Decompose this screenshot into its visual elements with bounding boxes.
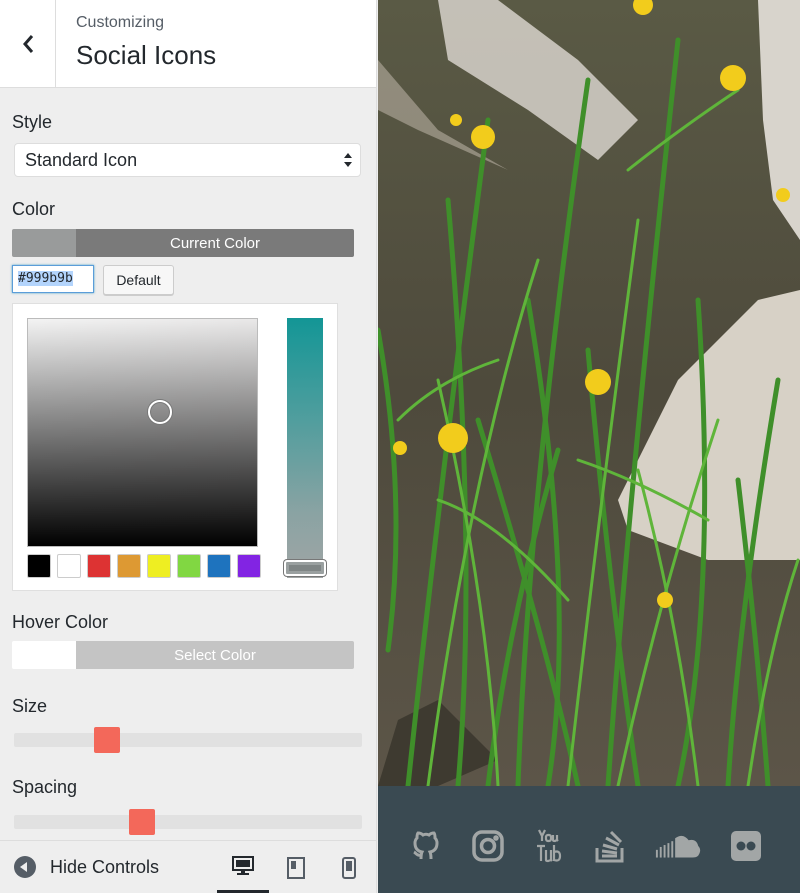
palette-swatch[interactable] [27, 554, 51, 578]
current-color-label: Current Color [76, 229, 354, 257]
palette-swatch[interactable] [57, 554, 81, 578]
site-preview [378, 0, 800, 893]
header-subtitle: Customizing [76, 14, 165, 31]
customizer-panel: Customizing Social Icons Style Standard … [0, 0, 377, 893]
github-icon [413, 831, 439, 860]
color-picker [12, 303, 338, 591]
desktop-icon [232, 855, 254, 875]
size-slider[interactable] [14, 727, 362, 753]
grass-flowers-photo [378, 0, 800, 786]
select-arrows-icon [344, 153, 352, 167]
instagram-link[interactable] [468, 826, 508, 866]
current-color-button[interactable]: Current Color [12, 229, 354, 257]
hex-value: #999b9b [18, 271, 73, 286]
stackoverflow-link[interactable] [590, 826, 630, 866]
soundcloud-icon [655, 835, 701, 858]
hover-color-swatch [12, 641, 76, 669]
color-label: Color [12, 199, 56, 219]
spacing-label: Spacing [12, 777, 78, 797]
mobile-icon [342, 856, 356, 879]
palette-swatch[interactable] [117, 554, 141, 578]
palette-swatch[interactable] [87, 554, 111, 578]
size-label: Size [12, 696, 48, 716]
panel-header: Customizing Social Icons [0, 0, 376, 88]
hex-color-input[interactable]: #999b9b [12, 265, 94, 293]
collapse-icon [14, 856, 36, 878]
style-select[interactable]: Standard Icon [14, 143, 361, 177]
size-slider-handle[interactable] [94, 727, 120, 753]
instagram-icon [472, 830, 504, 862]
hover-color-label-text: Select Color [76, 641, 354, 669]
hue-handle[interactable] [284, 560, 326, 576]
hide-controls-label: Hide Controls [50, 856, 160, 877]
flickr-icon [731, 831, 761, 861]
github-link[interactable] [406, 826, 446, 866]
preview-tablet-button[interactable] [270, 841, 322, 893]
header-photo [378, 0, 800, 786]
page-title: Social Icons [76, 40, 217, 70]
panel-footer: Hide Controls [0, 840, 376, 893]
chevron-left-icon [22, 35, 33, 53]
color-palette [27, 554, 261, 578]
social-icon-bar [378, 786, 800, 893]
flickr-link[interactable] [726, 826, 766, 866]
hide-controls-button[interactable]: Hide Controls [14, 855, 159, 879]
palette-swatch[interactable] [177, 554, 201, 578]
youtube-link[interactable] [529, 826, 569, 866]
spacing-slider-handle[interactable] [129, 809, 155, 835]
palette-swatch[interactable] [147, 554, 171, 578]
saturation-handle[interactable] [148, 400, 172, 424]
spacing-slider[interactable] [14, 809, 362, 835]
stackoverflow-icon [595, 830, 624, 863]
back-button[interactable] [0, 0, 56, 88]
style-select-value: Standard Icon [25, 150, 138, 170]
youtube-icon [537, 829, 562, 863]
hue-strip[interactable] [284, 318, 326, 578]
hover-color-label: Hover Color [12, 612, 109, 632]
current-color-swatch [12, 229, 76, 257]
preview-mobile-button[interactable] [323, 841, 375, 893]
style-label: Style [12, 112, 53, 132]
hover-color-button[interactable]: Select Color [12, 641, 354, 669]
palette-swatch[interactable] [237, 554, 261, 578]
saturation-square[interactable] [27, 318, 258, 547]
palette-swatch[interactable] [207, 554, 231, 578]
default-button[interactable]: Default [103, 265, 174, 295]
preview-desktop-button[interactable] [217, 841, 269, 893]
soundcloud-link[interactable] [653, 826, 705, 866]
tablet-icon [287, 856, 305, 879]
